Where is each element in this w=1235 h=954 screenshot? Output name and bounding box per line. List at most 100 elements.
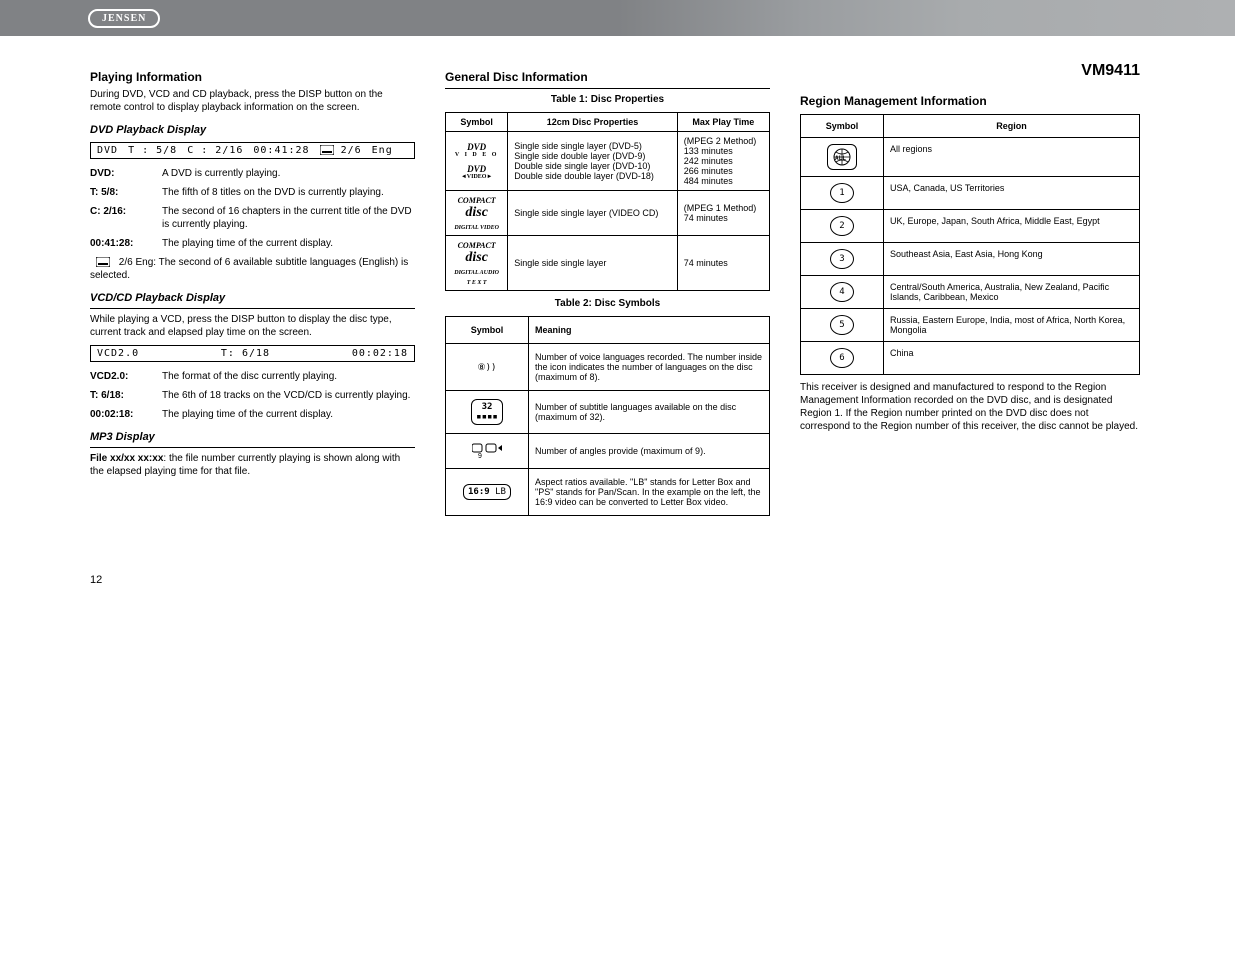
globe-all-icon: ALL [827, 144, 857, 170]
svg-text:ALL: ALL [835, 155, 846, 162]
region-symbol-cell: 5 [801, 309, 884, 342]
meaning-cell: Number of voice languages recorded. The … [529, 344, 770, 391]
t1-h1: 12cm Disc Properties [508, 113, 677, 132]
table-row: 16:9 LB Aspect ratios available. "LB" sta… [446, 469, 770, 516]
heading-mp3: MP3 Display [90, 431, 415, 443]
multi-angle-icon: 9 [472, 445, 502, 455]
region-code-icon: 4 [830, 282, 854, 302]
para-region: This receiver is designed and manufactur… [800, 381, 1140, 433]
field-label: VCD2.0: [90, 370, 162, 383]
table1-caption: Table 1: Disc Properties [445, 93, 770, 106]
region-symbol-cell: ALL [801, 138, 884, 177]
region-symbol-cell: 2 [801, 210, 884, 243]
meaning-cell: Number of angles provide (maximum of 9). [529, 434, 770, 469]
region-name-cell: China [884, 342, 1140, 375]
dvd-status-chapter: C : 2/16 [187, 145, 243, 156]
dvd-fields-list: DVD:A DVD is currently playing.T: 5/8:Th… [90, 167, 415, 250]
disc-time-cell: (MPEG 2 Method) 133 minutes 242 minutes … [677, 132, 769, 191]
subtitle-count-icon: 32▪▪▪▪ [471, 399, 503, 425]
column-middle: General Disc Information Table 1: Disc P… [445, 56, 770, 522]
disc-time-cell: (MPEG 1 Method) 74 minutes [677, 191, 769, 236]
table-row: 32▪▪▪▪ Number of subtitle languages avail… [446, 391, 770, 434]
region-name-cell: Russia, Eastern Europe, India, most of A… [884, 309, 1140, 342]
meaning-cell: Aspect ratios available. "LB" stands for… [529, 469, 770, 516]
table2-caption: Table 2: Disc Symbols [445, 297, 770, 310]
disc-prop-cell: Single side single layer (DVD-5) Single … [508, 132, 677, 191]
table-row: DVDV I D E O DVD◄VIDEO► Single side single… [446, 132, 770, 191]
disc-logo-cell: COMPACTdiscDIGITAL AUDIOT E X T [446, 236, 508, 291]
field-value: The fifth of 8 titles on the DVD is curr… [162, 186, 415, 199]
para-vcdcd: While playing a VCD, press the DISP butt… [90, 313, 415, 339]
field-value: The playing time of the current display. [162, 237, 415, 250]
voice-languages-icon: ⑧)) [478, 363, 497, 373]
field-value: The second of 16 chapters in the current… [162, 205, 415, 231]
svg-text:9: 9 [478, 453, 482, 460]
para-playinfo: During DVD, VCD and CD playback, press t… [90, 88, 415, 114]
t2-h1: Meaning [529, 317, 770, 344]
dvd-status-type: DVD [97, 145, 118, 156]
aspect-ratio-icon: 16:9 LB [463, 484, 511, 500]
vcd-status-line: VCD2.0 T: 6/18 00:02:18 [90, 345, 415, 362]
column-left: Playing Information During DVD, VCD and … [90, 56, 415, 522]
table-regions: Symbol Region ALLAll regions1USA, Canada… [800, 114, 1140, 375]
region-name-cell: USA, Canada, US Territories [884, 177, 1140, 210]
vcd-field: VCD2.0:The format of the disc currently … [90, 370, 415, 383]
rule [90, 447, 415, 448]
field-label: DVD: [90, 167, 162, 180]
dvd-field: 00:41:28:The playing time of the current… [90, 237, 415, 250]
meaning-cell: Number of subtitle languages available o… [529, 391, 770, 434]
region-code-icon: 1 [830, 183, 854, 203]
table-disc-symbols: Symbol Meaning ⑧)) Number of voice langua… [445, 316, 770, 516]
region-name-cell: UK, Europe, Japan, South Africa, Middle … [884, 210, 1140, 243]
dvd-field: DVD:A DVD is currently playing. [90, 167, 415, 180]
product-model: VM9411 [800, 62, 1140, 80]
disc-logo-cell: COMPACTdiscDIGITAL VIDEO [446, 191, 508, 236]
t2-h0: Symbol [446, 317, 529, 344]
region-symbol-cell: 6 [801, 342, 884, 375]
dvd-video-icon: DVD◄VIDEO► [452, 164, 501, 180]
disc-logo-cell: DVDV I D E O DVD◄VIDEO► [446, 132, 508, 191]
dvd-video-icon: DVDV I D E O [452, 142, 501, 158]
cd-audio-icon: COMPACTdiscDIGITAL AUDIOT E X T [452, 240, 501, 286]
dvd-status-line: DVD T : 5/8 C : 2/16 00:41:28 2/6 Eng [90, 142, 415, 159]
symbol-cell: 16:9 LB [446, 469, 529, 516]
t1-h0: Symbol [446, 113, 508, 132]
dvd-field: C: 2/16:The second of 16 chapters in the… [90, 205, 415, 231]
table-row: 1 USA, Canada, US Territories [801, 177, 1140, 210]
heading-vcdcd: VCD/CD Playback Display [90, 292, 415, 304]
disc-prop-cell: Single side single layer [508, 236, 677, 291]
heading-region: Region Management Information [800, 94, 1140, 108]
vcd-status-type: VCD2.0 [97, 348, 139, 359]
table-row: 4Central/South America, Australia, New Z… [801, 276, 1140, 309]
brand-pill: JENSEN [88, 9, 160, 28]
rule [445, 88, 770, 89]
dvd-sublang-line: 2/6 Eng: The second of 6 available subti… [90, 256, 415, 282]
field-value: The playing time of the current display. [162, 408, 415, 421]
dvd-status-lang: Eng [372, 145, 393, 156]
region-code-icon: 2 [830, 216, 854, 236]
symbol-cell: 32▪▪▪▪ [446, 391, 529, 434]
header-bar: JENSEN [0, 0, 1235, 36]
subtitle-icon [90, 256, 116, 269]
column-right: VM9411 Region Management Information Sym… [800, 56, 1140, 522]
region-name-cell: All regions [884, 138, 1140, 177]
field-label: 00:41:28: [90, 237, 162, 250]
vcd-status-time: 00:02:18 [352, 348, 408, 359]
subtitle-icon: 2/6 [320, 145, 362, 156]
reg-h0: Symbol [801, 115, 884, 138]
heading-general-disc: General Disc Information [445, 70, 770, 84]
field-value: The format of the disc currently playing… [162, 370, 415, 383]
page-number: 12 [0, 562, 1235, 586]
table-row: 5Russia, Eastern Europe, India, most of … [801, 309, 1140, 342]
vcd-field: T: 6/18:The 6th of 18 tracks on the VCD/… [90, 389, 415, 402]
dvd-status-title: T : 5/8 [128, 145, 177, 156]
vcd-fields-list: VCD2.0:The format of the disc currently … [90, 370, 415, 421]
symbol-cell: 9 [446, 434, 529, 469]
region-name-cell: Southeast Asia, East Asia, Hong Kong [884, 243, 1140, 276]
table-row: COMPACTdiscDIGITAL AUDIOT E X TSingle si… [446, 236, 770, 291]
field-label: T: 5/8: [90, 186, 162, 199]
heading-playinfo: Playing Information [90, 70, 415, 84]
region-symbol-cell: 1 [801, 177, 884, 210]
rule [90, 308, 415, 309]
table-disc-properties: Symbol 12cm Disc Properties Max Play Tim… [445, 112, 770, 291]
